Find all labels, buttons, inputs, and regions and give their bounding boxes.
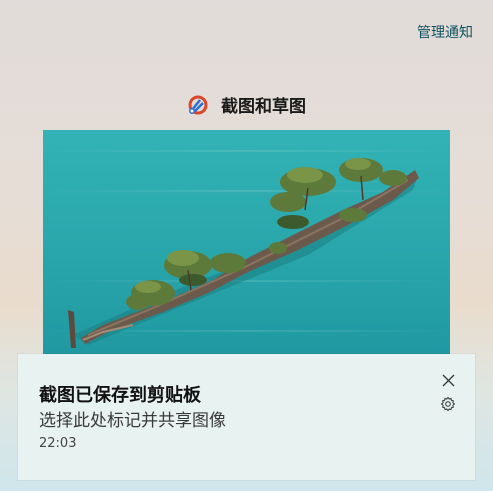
app-header: 截图和草图	[0, 92, 493, 117]
manage-notifications-link[interactable]: 管理通知	[417, 22, 473, 42]
close-icon	[442, 374, 454, 386]
app-title: 截图和草图	[221, 97, 306, 117]
snipping-tool-icon	[187, 94, 209, 116]
toast-body: 选择此处标记并共享图像	[39, 411, 226, 431]
settings-button[interactable]	[437, 393, 459, 415]
gear-icon	[440, 396, 456, 412]
toast-title: 截图已保存到剪贴板	[39, 385, 201, 406]
toast-time: 22:03	[39, 436, 77, 451]
close-button[interactable]	[437, 369, 459, 391]
screenshot-preview[interactable]	[43, 130, 450, 366]
notification-toast[interactable]: 截图已保存到剪贴板 选择此处标记并共享图像 22:03	[18, 354, 475, 480]
